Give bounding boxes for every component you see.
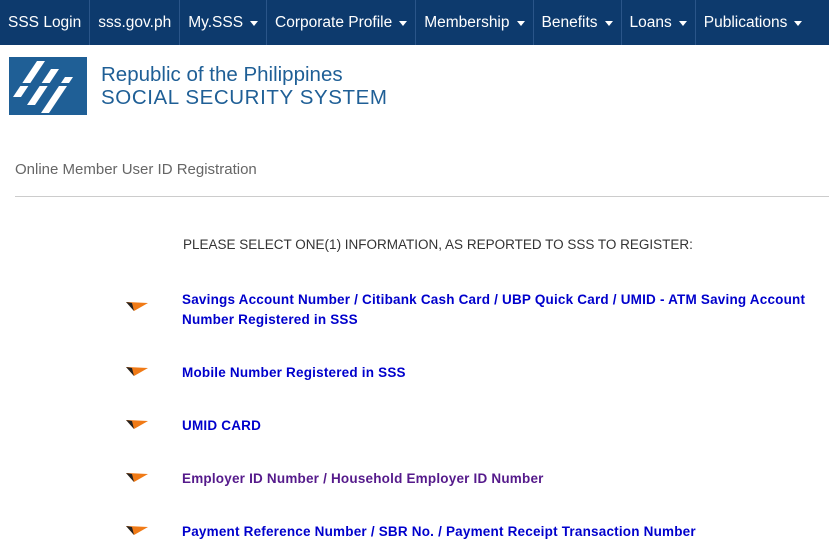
- nav-item-loans[interactable]: Loans: [622, 0, 696, 45]
- instruction-text: PLEASE SELECT ONE(1) INFORMATION, AS REP…: [183, 237, 693, 252]
- top-nav: SSS Login sss.gov.ph My.SSS Corporate Pr…: [0, 0, 829, 45]
- option-savings-account: Savings Account Number / Citibank Cash C…: [126, 290, 806, 330]
- caret-down-icon: [678, 21, 687, 26]
- arrow-bullet-icon: [126, 367, 148, 376]
- nav-item-publications[interactable]: Publications: [696, 0, 811, 45]
- option-link-payment-reference[interactable]: Payment Reference Number / SBR No. / Pay…: [182, 522, 696, 542]
- option-link-employer-id[interactable]: Employer ID Number / Household Employer …: [182, 469, 544, 489]
- option-payment-reference: Payment Reference Number / SBR No. / Pay…: [126, 522, 696, 542]
- nav-item-corporate-profile[interactable]: Corporate Profile: [267, 0, 417, 45]
- sss-logo[interactable]: Republic of the Philippines SOCIAL SECUR…: [9, 57, 388, 115]
- arrow-bullet-icon: [126, 420, 148, 429]
- logo-text: Republic of the Philippines SOCIAL SECUR…: [101, 63, 388, 109]
- nav-item-label: Loans: [629, 13, 672, 31]
- nav-item-my-sss[interactable]: My.SSS: [180, 0, 268, 45]
- option-link-savings-account[interactable]: Savings Account Number / Citibank Cash C…: [182, 290, 806, 330]
- option-employer-id: Employer ID Number / Household Employer …: [126, 469, 544, 489]
- caret-down-icon: [250, 21, 259, 26]
- nav-item-benefits[interactable]: Benefits: [534, 0, 622, 45]
- arrow-bullet-icon: [126, 473, 148, 482]
- nav-item-label: SSS Login: [8, 13, 82, 31]
- logo-line-republic: Republic of the Philippines: [101, 63, 343, 86]
- option-link-mobile-number[interactable]: Mobile Number Registered in SSS: [182, 363, 406, 383]
- option-mobile-number: Mobile Number Registered in SSS: [126, 363, 406, 383]
- option-umid-card: UMID CARD: [126, 416, 261, 436]
- sss-logo-icon: [9, 57, 87, 115]
- nav-item-sss-login[interactable]: SSS Login: [0, 0, 91, 45]
- nav-item-sss-gov-ph[interactable]: sss.gov.ph: [90, 0, 181, 45]
- caret-down-icon: [794, 21, 803, 26]
- nav-item-label: Publications: [703, 13, 788, 31]
- option-link-umid-card[interactable]: UMID CARD: [182, 416, 261, 436]
- page-title: Online Member User ID Registration: [15, 161, 257, 178]
- nav-item-label: Benefits: [541, 13, 598, 31]
- nav-item-label: Membership: [424, 13, 510, 31]
- nav-item-label: Corporate Profile: [275, 13, 393, 31]
- caret-down-icon: [604, 21, 613, 26]
- nav-item-label: My.SSS: [188, 13, 244, 31]
- arrow-bullet-icon: [126, 526, 148, 535]
- divider: [15, 196, 829, 197]
- nav-item-label: sss.gov.ph: [98, 13, 172, 31]
- caret-down-icon: [399, 21, 408, 26]
- arrow-bullet-icon: [126, 302, 148, 311]
- nav-item-membership[interactable]: Membership: [416, 0, 534, 45]
- logo-line-sss: SOCIAL SECURITY SYSTEM: [101, 86, 388, 109]
- caret-down-icon: [516, 21, 525, 26]
